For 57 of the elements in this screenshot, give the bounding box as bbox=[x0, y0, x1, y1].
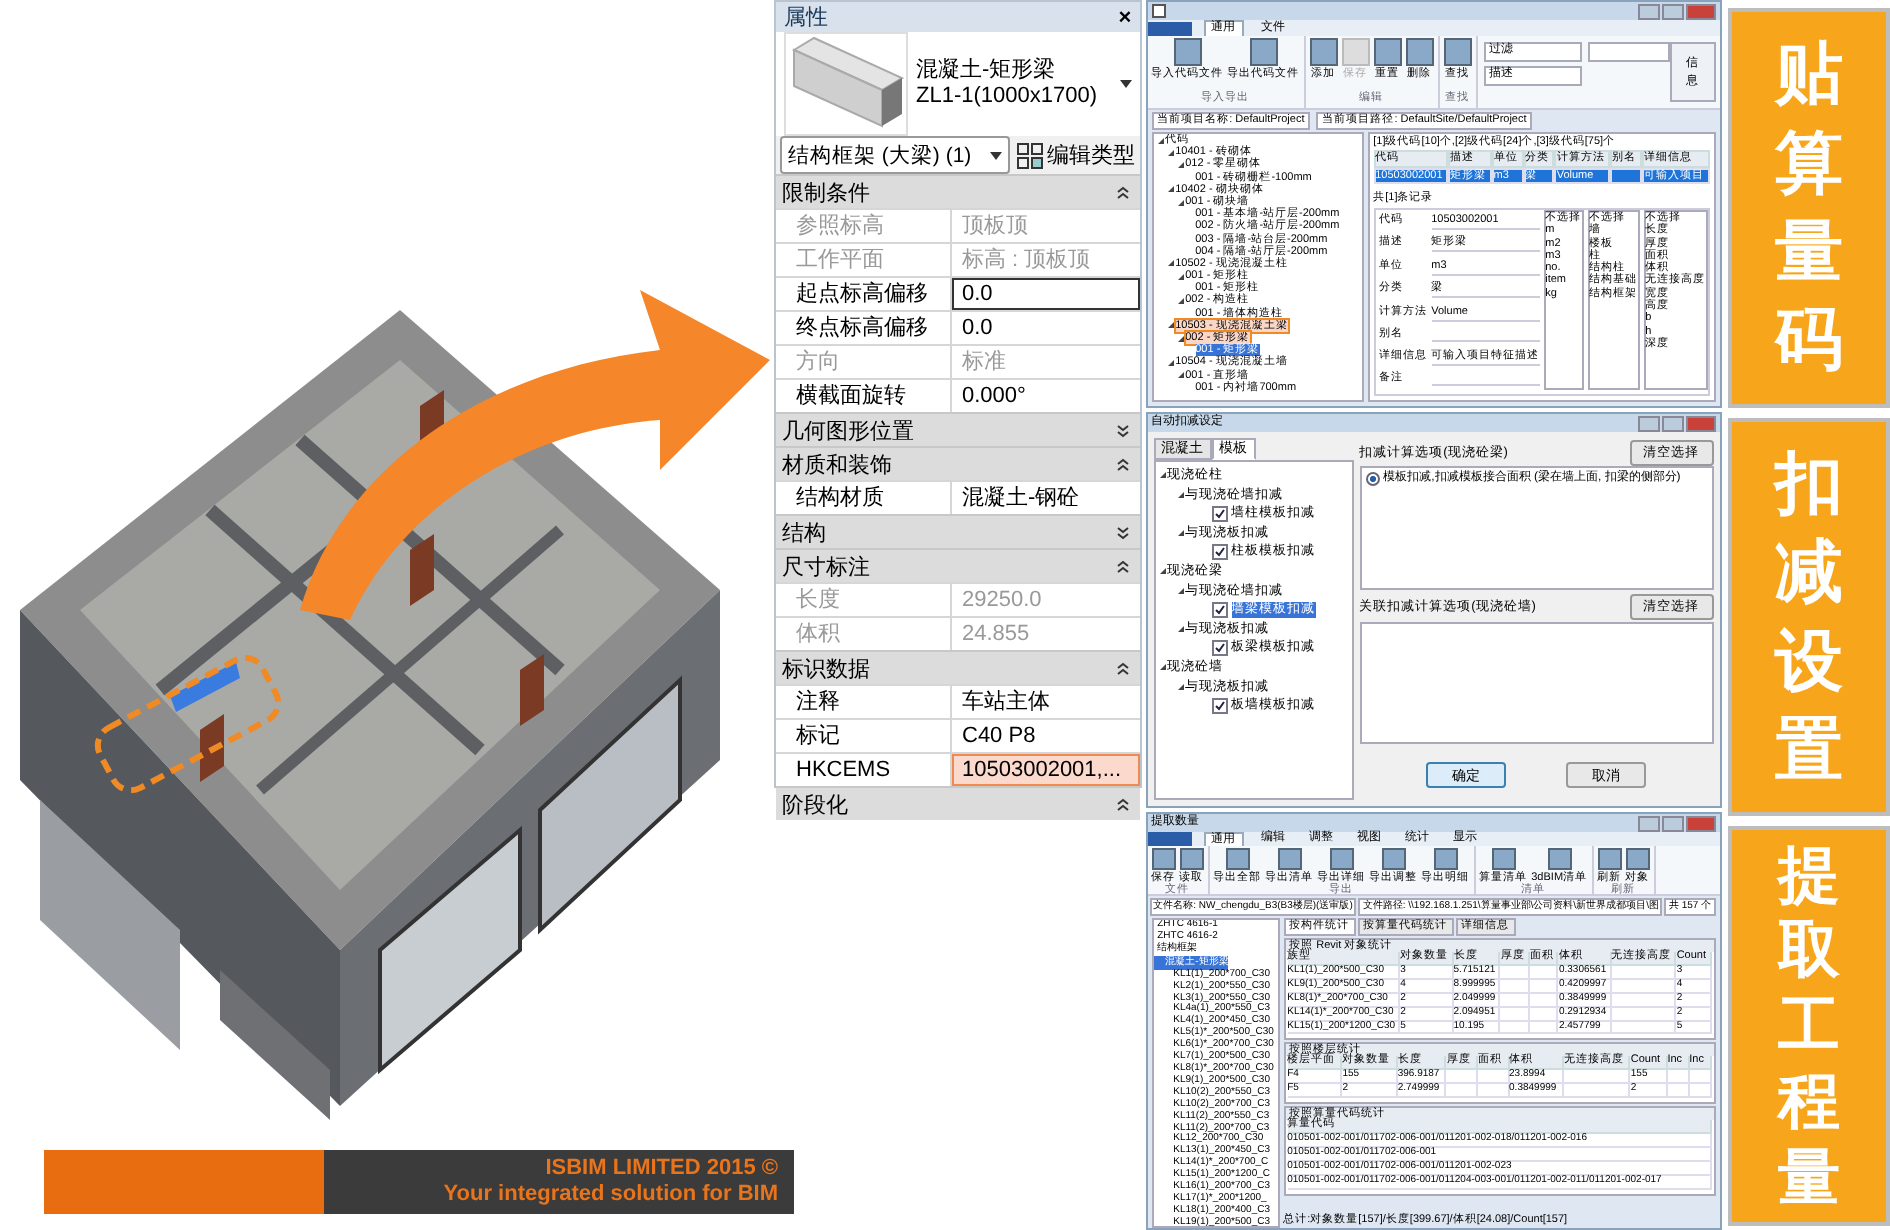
section-title: 尺寸标注 bbox=[782, 553, 870, 581]
checkbox[interactable] bbox=[1211, 544, 1228, 561]
section-header[interactable]: 几何图形位置 bbox=[776, 412, 1140, 446]
section-title: 标识数据 bbox=[782, 655, 870, 683]
close-button[interactable]: × bbox=[1118, 5, 1132, 29]
expand-arrow-icon[interactable] bbox=[1177, 683, 1184, 690]
property-value[interactable]: 0.0 bbox=[952, 312, 1140, 344]
expand-arrow-icon[interactable] bbox=[1159, 664, 1166, 671]
section-title: 材质和装饰 bbox=[782, 451, 892, 479]
section-title: 结构 bbox=[782, 519, 826, 547]
grid-icon bbox=[1015, 141, 1044, 169]
property-value[interactable]: 0.000° bbox=[952, 380, 1140, 412]
expand-arrow-icon[interactable] bbox=[1177, 626, 1184, 633]
caret-icon[interactable] bbox=[1119, 80, 1132, 88]
checkbox[interactable] bbox=[1211, 505, 1228, 522]
section-header[interactable]: 结构 bbox=[776, 514, 1140, 548]
caret-icon bbox=[989, 151, 1002, 159]
window-controls-icon[interactable] bbox=[1637, 815, 1716, 832]
edit-type-button[interactable]: 编辑类型 bbox=[1015, 140, 1136, 170]
panel-title: 属性 bbox=[784, 4, 828, 32]
category-dropdown[interactable]: 结构框架 (大梁) (1) bbox=[780, 136, 1010, 174]
step-label: 贴算量码 bbox=[1727, 8, 1890, 408]
section-header[interactable]: 尺寸标注 bbox=[776, 548, 1140, 582]
radio-button[interactable] bbox=[1365, 472, 1380, 486]
section-header[interactable]: 阶段化 bbox=[776, 786, 1140, 820]
expand-arrow-icon[interactable] bbox=[1177, 298, 1184, 305]
section-header[interactable]: 标识数据 bbox=[776, 650, 1140, 684]
type-size: ZL1-1(1000x1700) bbox=[916, 84, 1100, 110]
expand-arrow-icon[interactable] bbox=[1177, 530, 1184, 537]
step-label: 提取工程量 bbox=[1727, 826, 1890, 1227]
property-value[interactable]: 车站主体 bbox=[952, 686, 1140, 718]
window-icon bbox=[1151, 4, 1166, 18]
window-controls-icon[interactable] bbox=[1637, 415, 1716, 431]
slogan: Your integrated solution for BIM bbox=[443, 1182, 778, 1208]
section-title: 几何图形位置 bbox=[782, 417, 914, 445]
checkbox[interactable] bbox=[1211, 697, 1228, 714]
expand-arrow-icon[interactable] bbox=[1177, 587, 1184, 594]
expand-arrow-icon[interactable] bbox=[1159, 568, 1166, 575]
expand-arrow-icon[interactable] bbox=[1159, 472, 1166, 479]
section-title: 限制条件 bbox=[782, 179, 870, 207]
window-controls-icon[interactable] bbox=[1637, 3, 1716, 19]
property-value[interactable]: 0.0 bbox=[952, 278, 1140, 310]
section-header[interactable]: 材质和装饰 bbox=[776, 446, 1140, 480]
app-menu-button[interactable] bbox=[1147, 832, 1192, 847]
checkbox[interactable] bbox=[1211, 640, 1228, 657]
section-header[interactable]: 限制条件 bbox=[776, 174, 1140, 208]
search-field[interactable] bbox=[1587, 42, 1670, 62]
section-title: 阶段化 bbox=[782, 791, 848, 819]
type-name: 混凝土-矩形梁 bbox=[916, 58, 1058, 84]
property-value[interactable]: 10503002001,... bbox=[952, 754, 1140, 786]
expand-arrow-icon[interactable] bbox=[1177, 491, 1184, 498]
company-name: ISBIM LIMITED 2015 © bbox=[545, 1156, 778, 1182]
checkbox[interactable] bbox=[1211, 601, 1228, 618]
property-value[interactable]: C40 P8 bbox=[952, 720, 1140, 752]
property-value[interactable]: 混凝土-钢砼 bbox=[952, 482, 1140, 514]
step-label: 扣减设置 bbox=[1727, 417, 1890, 817]
app-menu-button[interactable] bbox=[1147, 21, 1192, 35]
